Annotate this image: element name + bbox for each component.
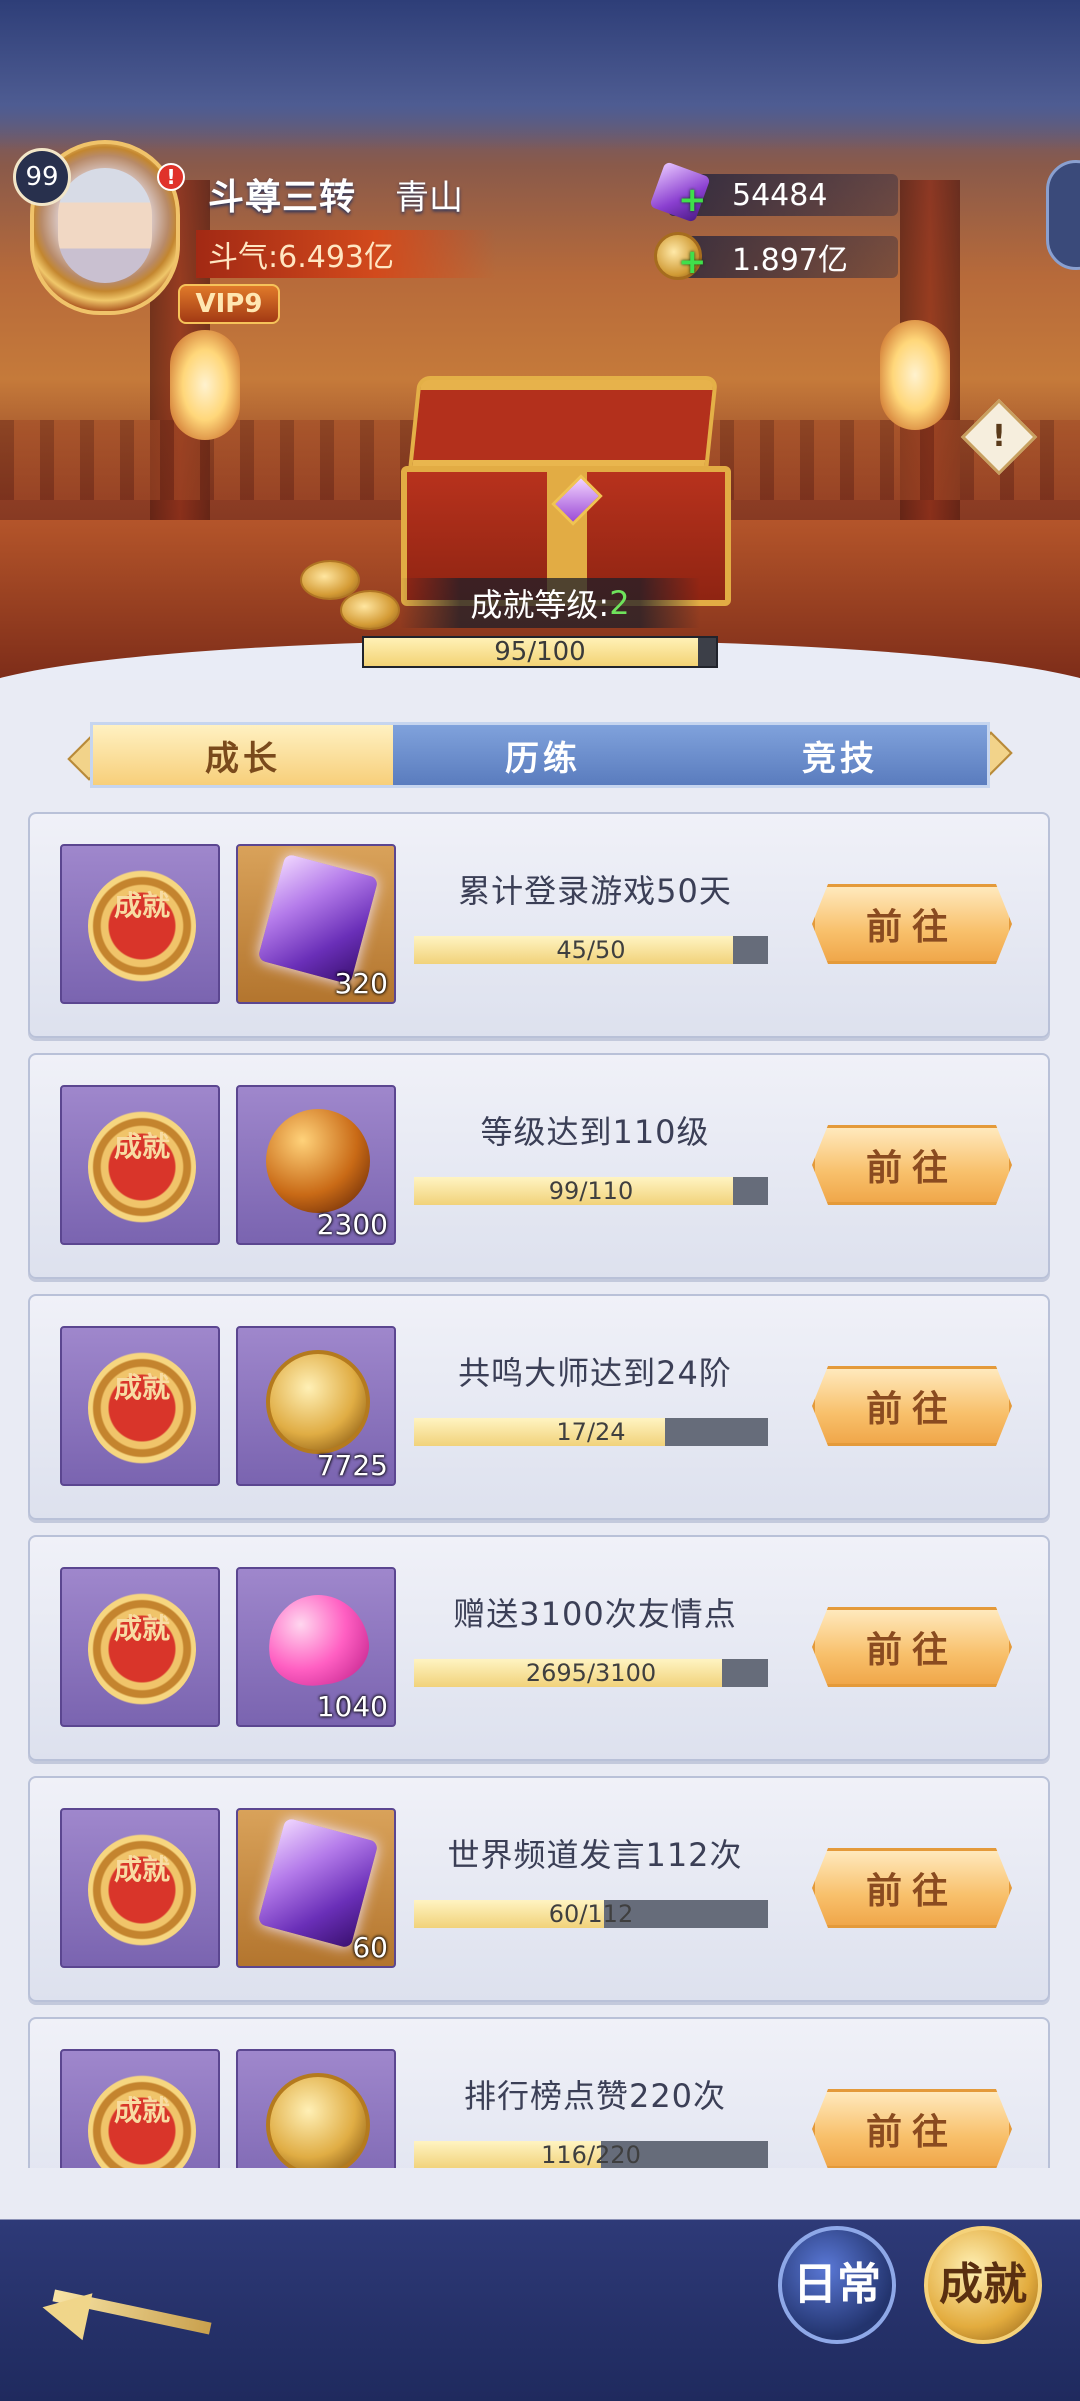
task-progress-text: 17/24 xyxy=(556,1418,626,1446)
achievement-level-value: 2 xyxy=(609,584,630,622)
player-level-badge: 99 xyxy=(13,148,71,206)
task-title: 等级达到110级 xyxy=(480,1113,710,1151)
reward-quantity: 1040 xyxy=(316,1690,388,1723)
fire-orb-icon xyxy=(266,1109,370,1213)
category-tabs: 成长 历练 竞技 xyxy=(90,722,990,788)
task-title: 排行榜点赞220次 xyxy=(463,2077,727,2115)
reward-item[interactable]: 7725 xyxy=(236,1326,396,1486)
tab-growth[interactable]: 成长 xyxy=(93,725,393,785)
coin-pile-icon xyxy=(340,590,400,630)
tab-training[interactable]: 历练 xyxy=(393,725,693,785)
medal-icon xyxy=(88,870,196,982)
medal-icon xyxy=(88,1593,196,1705)
achievement-medal: 成就 xyxy=(60,844,220,1004)
go-button[interactable]: 前往 xyxy=(812,884,1012,964)
achievement-medal: 成就 xyxy=(60,1808,220,1968)
gold-coin-icon xyxy=(266,2073,370,2168)
task-progress-bar: 2695/3100 xyxy=(414,1659,768,1687)
achievement-medal: 成就 xyxy=(60,1326,220,1486)
achievement-level-label: 成就等级: xyxy=(470,586,610,624)
treasure-chest[interactable] xyxy=(395,376,735,606)
task-progress-text: 2695/3100 xyxy=(525,1659,657,1687)
gold-coin-icon xyxy=(266,1350,370,1454)
task-title: 共鸣大师达到24阶 xyxy=(458,1354,732,1392)
player-name: 青山 xyxy=(395,178,463,218)
achievement-progress-text: 95/100 xyxy=(494,637,586,667)
task-card: 成就 排行榜点赞220次 116/220 前往 xyxy=(28,2017,1050,2168)
pink-heart-icon xyxy=(262,1588,374,1692)
alert-icon: ! xyxy=(157,163,185,191)
vip-badge[interactable]: VIP9 xyxy=(178,284,280,324)
purple-crystal-icon xyxy=(257,853,379,985)
task-progress-bar: 45/50 xyxy=(414,936,768,964)
reward-quantity: 2300 xyxy=(316,1208,388,1241)
task-progress-bar: 116/220 xyxy=(414,2141,768,2168)
reward-quantity: 7725 xyxy=(316,1449,388,1482)
go-button[interactable]: 前往 xyxy=(812,1848,1012,1928)
side-drawer-handle[interactable] xyxy=(1046,160,1080,270)
task-title: 世界频道发言112次 xyxy=(447,1836,743,1874)
achievement-label: 成就 xyxy=(939,2259,1027,2310)
medal-label: 成就 xyxy=(113,1853,170,1886)
reward-item[interactable]: 2300 xyxy=(236,1085,396,1245)
combat-power: 斗气:6.493亿 xyxy=(196,230,496,278)
medal-icon xyxy=(88,1111,196,1223)
back-arrow-button[interactable] xyxy=(32,2270,212,2360)
reward-quantity: 320 xyxy=(334,967,388,1000)
reward-item[interactable]: 60 xyxy=(236,1808,396,1968)
medal-label: 成就 xyxy=(113,1371,170,1404)
reward-item[interactable]: 320 xyxy=(236,844,396,1004)
gold-amount: 1.897亿 xyxy=(732,243,848,278)
rank-title: 斗尊三转 xyxy=(208,177,357,218)
purple-crystal-icon xyxy=(257,1817,379,1949)
tab-arena[interactable]: 竞技 xyxy=(693,725,987,785)
go-button[interactable]: 前往 xyxy=(812,1366,1012,1446)
achievement-medal: 成就 xyxy=(60,2049,220,2168)
reward-quantity: 60 xyxy=(352,1931,388,1964)
medal-label: 成就 xyxy=(113,889,170,922)
go-button[interactable]: 前往 xyxy=(812,1607,1012,1687)
add-gems-button[interactable]: + xyxy=(678,183,707,217)
go-button[interactable]: 前往 xyxy=(812,2089,1012,2168)
daily-button[interactable]: 日常 xyxy=(778,2226,896,2344)
task-card: 成就 60 世界频道发言112次 60/112 前往 xyxy=(28,1776,1050,2002)
task-card: 成就 7725 共鸣大师达到24阶 17/24 前往 xyxy=(28,1294,1050,1520)
medal-label: 成就 xyxy=(113,2094,170,2127)
achievement-medal: 成就 xyxy=(60,1085,220,1245)
task-title: 累计登录游戏50天 xyxy=(458,872,732,910)
go-button[interactable]: 前往 xyxy=(812,1125,1012,1205)
medal-icon xyxy=(88,1352,196,1464)
task-card: 成就 1040 赠送3100次友情点 2695/3100 前往 xyxy=(28,1535,1050,1761)
task-progress-bar: 60/112 xyxy=(414,1900,768,1928)
task-progress-text: 45/50 xyxy=(556,936,626,964)
achievement-medal: 成就 xyxy=(60,1567,220,1727)
achievement-level: 成就等级: 2 xyxy=(400,578,700,628)
task-card: 成就 320 累计登录游戏50天 45/50 前往 xyxy=(28,812,1050,1038)
add-gold-button[interactable]: + xyxy=(678,245,707,279)
task-progress-text: 99/110 xyxy=(548,1177,634,1205)
medal-label: 成就 xyxy=(113,1612,170,1645)
task-progress-bar: 17/24 xyxy=(414,1418,768,1446)
task-progress-text: 116/220 xyxy=(541,2141,641,2168)
task-title: 赠送3100次友情点 xyxy=(453,1595,737,1633)
task-card: 成就 2300 等级达到110级 99/110 前往 xyxy=(28,1053,1050,1279)
achievement-button[interactable]: 成就 xyxy=(924,2226,1042,2344)
achievement-progress-bar: 95/100 xyxy=(362,636,718,668)
task-progress-text: 60/112 xyxy=(548,1900,634,1928)
task-list[interactable]: 成就 320 累计登录游戏50天 45/50 前往 成就 2300 等级达到110级 99/11… xyxy=(0,812,1080,2168)
medal-label: 成就 xyxy=(113,1130,170,1163)
gem-amount: 54484 xyxy=(732,177,828,213)
daily-label: 日常 xyxy=(793,2259,881,2310)
reward-item[interactable] xyxy=(236,2049,396,2168)
reward-item[interactable]: 1040 xyxy=(236,1567,396,1727)
medal-icon xyxy=(88,1834,196,1946)
task-progress-bar: 99/110 xyxy=(414,1177,768,1205)
